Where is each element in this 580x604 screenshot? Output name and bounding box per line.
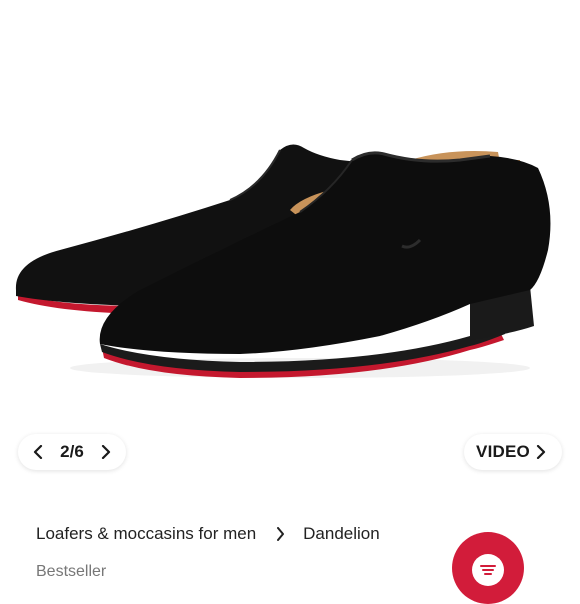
chevron-right-icon xyxy=(276,527,285,541)
product-image[interactable] xyxy=(0,0,580,500)
bestseller-badge: Bestseller xyxy=(36,563,107,580)
menu-fab-button[interactable] xyxy=(452,532,524,604)
menu-lines-icon xyxy=(472,554,504,586)
video-button[interactable]: VIDEO xyxy=(464,434,562,470)
chevron-left-icon xyxy=(33,445,43,459)
chevron-right-icon xyxy=(536,444,550,460)
video-button-label: VIDEO xyxy=(476,442,530,461)
previous-image-button[interactable] xyxy=(30,444,46,460)
breadcrumb: Loafers & moccasins for men Dandelion xyxy=(36,524,380,544)
breadcrumb-item-category[interactable]: Loafers & moccasins for men xyxy=(36,524,256,544)
image-counter: 2/6 xyxy=(60,442,84,461)
chevron-right-icon xyxy=(101,445,111,459)
breadcrumb-item-product[interactable]: Dandelion xyxy=(303,524,380,544)
image-pager: 2/6 xyxy=(18,434,126,470)
next-image-button[interactable] xyxy=(98,444,114,460)
black-suede-loafers-image xyxy=(15,144,551,378)
